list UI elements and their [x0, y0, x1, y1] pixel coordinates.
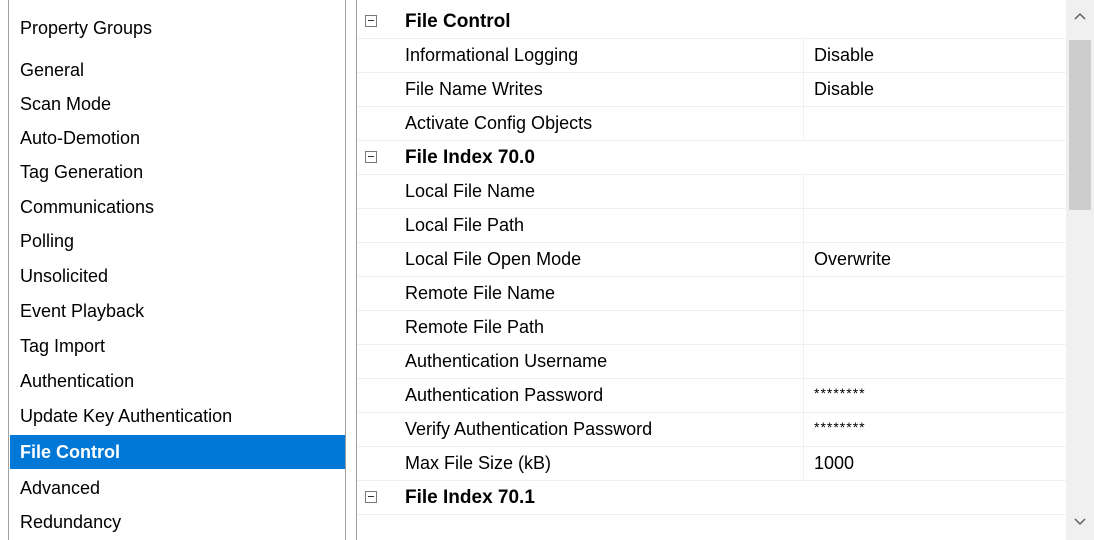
group-communications[interactable]: Communications — [10, 190, 345, 224]
property-value[interactable] — [803, 345, 1066, 378]
group-file-control[interactable]: File Control — [10, 435, 345, 469]
property-name: Local File Open Mode — [405, 249, 582, 269]
group-update-key-authentication[interactable]: Update Key Authentication — [10, 399, 345, 433]
scroll-down-button[interactable] — [1066, 506, 1094, 540]
property-row-file-name-writes[interactable]: File Name Writes Disable — [357, 73, 1066, 107]
category-file-control[interactable]: File Control — [357, 5, 1066, 39]
property-name: File Name Writes — [405, 79, 543, 99]
property-name: Verify Authentication Password — [405, 419, 653, 439]
property-name: Remote File Path — [405, 317, 545, 337]
category-title: File Index 70.1 — [405, 487, 535, 508]
property-name: Local File Path — [405, 215, 525, 235]
property-name: Authentication Password — [405, 385, 604, 405]
collapse-icon[interactable] — [365, 15, 377, 27]
property-row-remote-file-name[interactable]: Remote File Name — [357, 277, 1066, 311]
group-redundancy[interactable]: Redundancy — [10, 505, 345, 539]
group-tag-import[interactable]: Tag Import — [10, 329, 345, 363]
vertical-scrollbar[interactable] — [1066, 0, 1094, 540]
property-row-informational-logging[interactable]: Informational Logging Disable — [357, 39, 1066, 73]
group-authentication[interactable]: Authentication — [10, 364, 345, 398]
property-groups-heading: Property Groups — [20, 18, 153, 38]
property-row-authentication-password[interactable]: Authentication Password ******** — [357, 379, 1066, 413]
group-event-playback[interactable]: Event Playback — [10, 294, 345, 328]
group-unsolicited[interactable]: Unsolicited — [10, 259, 345, 293]
property-value[interactable] — [803, 107, 1066, 140]
category-file-index-70-0[interactable]: File Index 70.0 — [357, 141, 1066, 175]
property-value[interactable] — [803, 209, 1066, 242]
group-scan-mode[interactable]: Scan Mode — [10, 87, 345, 121]
property-value[interactable]: Overwrite — [803, 243, 1066, 276]
property-value[interactable]: Disable — [803, 39, 1066, 72]
group-tag-generation[interactable]: Tag Generation — [10, 155, 345, 189]
chevron-up-icon — [1074, 12, 1086, 20]
property-value[interactable]: Disable — [803, 73, 1066, 106]
property-row-local-file-open-mode[interactable]: Local File Open Mode Overwrite — [357, 243, 1066, 277]
group-advanced[interactable]: Advanced — [10, 471, 345, 505]
property-row-authentication-username[interactable]: Authentication Username — [357, 345, 1066, 379]
property-row-local-file-name[interactable]: Local File Name — [357, 175, 1066, 209]
chevron-down-icon — [1074, 518, 1086, 526]
property-value[interactable] — [803, 277, 1066, 310]
property-value[interactable]: 1000 — [803, 447, 1066, 480]
category-file-index-70-1[interactable]: File Index 70.1 — [357, 481, 1066, 515]
property-name: Activate Config Objects — [405, 113, 593, 133]
collapse-icon[interactable] — [365, 151, 377, 163]
scroll-up-button[interactable] — [1066, 0, 1094, 34]
collapse-icon[interactable] — [365, 491, 377, 503]
property-value[interactable]: ******** — [803, 379, 1066, 412]
group-polling[interactable]: Polling — [10, 224, 345, 258]
property-row-verify-authentication-password[interactable]: Verify Authentication Password ******** — [357, 413, 1066, 447]
group-general[interactable]: General — [10, 53, 345, 87]
property-value[interactable] — [803, 175, 1066, 208]
property-name: Authentication Username — [405, 351, 608, 371]
property-value[interactable] — [803, 311, 1066, 344]
property-name: Informational Logging — [405, 45, 579, 65]
property-row-remote-file-path[interactable]: Remote File Path — [357, 311, 1066, 345]
property-groups-panel: Property Groups General Scan Mode Auto-D… — [8, 0, 346, 540]
property-name: Max File Size (kB) — [405, 453, 552, 473]
category-title: File Control — [405, 11, 511, 32]
property-name: Remote File Name — [405, 283, 556, 303]
category-title: File Index 70.0 — [405, 147, 535, 168]
scroll-thumb[interactable] — [1069, 40, 1091, 210]
property-row-local-file-path[interactable]: Local File Path — [357, 209, 1066, 243]
property-grid: File Control Informational Logging Disab… — [356, 0, 1094, 540]
property-name: Local File Name — [405, 181, 536, 201]
group-auto-demotion[interactable]: Auto-Demotion — [10, 121, 345, 155]
property-value[interactable]: ******** — [803, 413, 1066, 446]
property-row-max-file-size[interactable]: Max File Size (kB) 1000 — [357, 447, 1066, 481]
property-row-activate-config-objects[interactable]: Activate Config Objects — [357, 107, 1066, 141]
